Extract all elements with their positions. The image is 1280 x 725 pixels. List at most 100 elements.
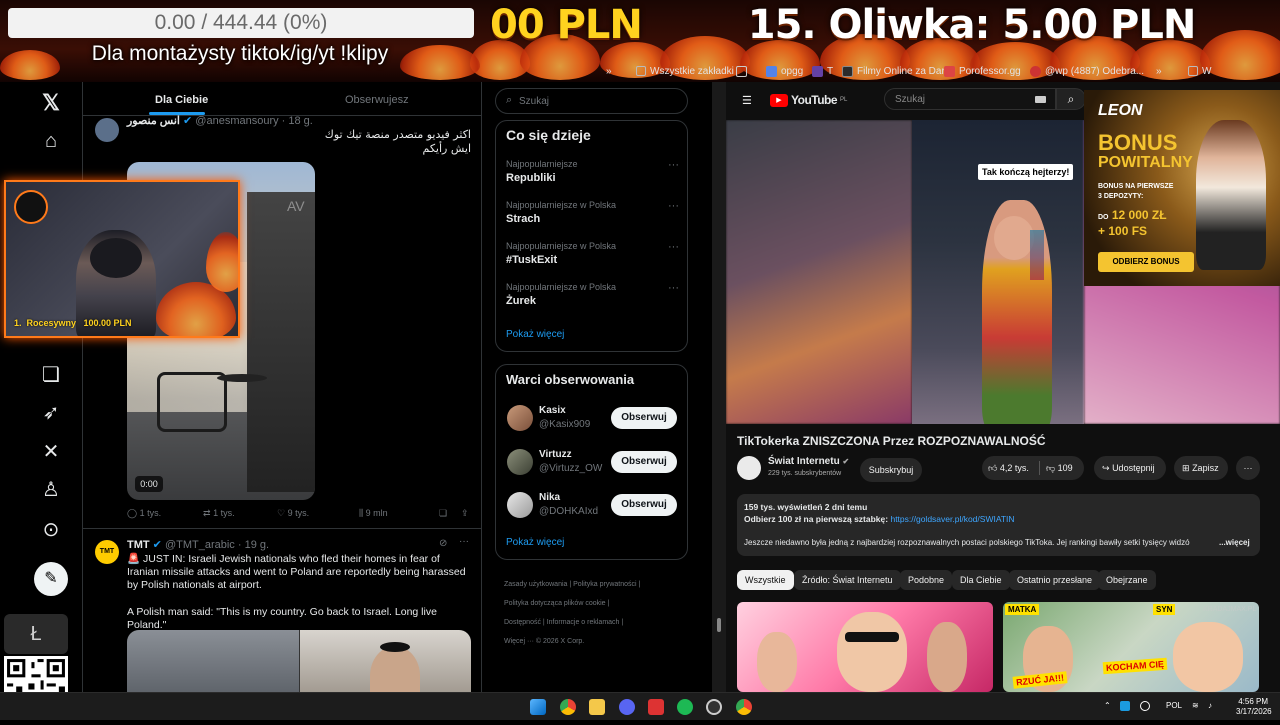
description-box[interactable]: 159 tys. wyświetleń 2 dni temu Odbierz 1… xyxy=(737,494,1260,556)
tray-app-icon[interactable] xyxy=(1140,701,1150,711)
share-button[interactable]: ↪ Udostępnij xyxy=(1094,456,1166,480)
show-more-link[interactable]: ...więcej xyxy=(1215,538,1250,547)
more-options-icon[interactable]: ··· xyxy=(668,241,679,253)
avatar[interactable]: TMT xyxy=(95,540,119,564)
share-icon[interactable]: ⇪ xyxy=(461,508,469,519)
follow-button[interactable]: Obserwuj xyxy=(611,407,677,429)
bookmark-t[interactable]: T xyxy=(812,62,833,80)
tweet-media[interactable] xyxy=(127,630,471,692)
author-name[interactable]: انس منصور xyxy=(127,115,180,127)
chrome-icon[interactable] xyxy=(560,699,576,715)
chip-recent[interactable]: Ostatnio przesłane xyxy=(1009,570,1101,590)
avatar[interactable] xyxy=(507,449,533,475)
dislike-button[interactable]: 👎︎ 109 xyxy=(1046,456,1073,480)
tab-following[interactable]: Obserwujesz xyxy=(345,94,409,106)
chip-for-you[interactable]: Dla Ciebie xyxy=(952,570,1010,590)
bookmark-more-left[interactable]: » xyxy=(606,62,612,80)
post-button[interactable]: ✎ xyxy=(34,562,68,596)
author-name[interactable]: TMT xyxy=(127,539,150,551)
channel-avatar[interactable] xyxy=(737,456,761,480)
recommended-thumbnail[interactable] xyxy=(737,602,993,692)
youtube-logo[interactable]: ▶ YouTube PL xyxy=(770,93,847,107)
like-button[interactable]: 👍︎ 4,2 tys. xyxy=(988,456,1029,480)
account-name[interactable]: Nika xyxy=(539,492,560,503)
start-icon[interactable] xyxy=(530,699,546,715)
footer-link[interactable]: Więcej ··· xyxy=(504,638,534,645)
trend-item[interactable]: Najpopularniejsze w Polska Strach ··· xyxy=(496,200,689,240)
more-options-icon[interactable]: ··· xyxy=(459,536,469,547)
file-explorer-icon[interactable] xyxy=(589,699,605,715)
tray-chevron-icon[interactable]: ⌃ xyxy=(1104,701,1111,710)
subscribe-button[interactable]: Subskrybuj xyxy=(860,458,922,482)
recommended-thumbnail[interactable]: MATKA SYN KRADAJMAX.PL RZUĆ JA!!! KOCHAM… xyxy=(1003,602,1259,692)
chip-watched[interactable]: Obejrzane xyxy=(1098,570,1156,590)
bookmark-wp[interactable]: @wp (4887) Odebra... xyxy=(1030,62,1144,80)
grok-icon[interactable]: ⊘ xyxy=(439,538,447,549)
clock[interactable]: 4:56 PM 3/17/2026 xyxy=(1236,697,1272,717)
save-button[interactable]: ⊞ Zapisz xyxy=(1174,456,1228,480)
bookmark-icon[interactable]: ❏ xyxy=(439,508,447,519)
account-name[interactable]: Virtuzz xyxy=(539,449,572,460)
follow-button[interactable]: Obserwuj xyxy=(611,494,677,516)
search-input[interactable]: ⌕ Szukaj xyxy=(495,88,688,114)
footer-link[interactable]: Dostępność xyxy=(504,619,541,626)
home-icon[interactable]: ⌂ xyxy=(36,126,66,156)
voice-icon[interactable] xyxy=(648,699,664,715)
footer-link[interactable]: Polityka dotycząca plików cookie xyxy=(504,600,606,607)
chip-similar[interactable]: Podobne xyxy=(900,570,953,590)
chip-all[interactable]: Wszystkie xyxy=(737,570,794,590)
bookmark-filmy[interactable]: Filmy Online za Dar... xyxy=(842,62,953,80)
yt-search-input[interactable]: Szukaj xyxy=(884,88,1056,110)
scrollbar-thumb[interactable] xyxy=(717,618,721,632)
views-button[interactable]: ⫼ 9 mln xyxy=(359,508,388,519)
bookmark-more-right[interactable]: » xyxy=(1156,62,1162,80)
author-handle[interactable]: @anesmansoury · 18 g. xyxy=(195,115,313,127)
show-more-link[interactable]: Pokaż więcej xyxy=(506,537,564,548)
follow-button[interactable]: Obserwuj xyxy=(611,451,677,473)
footer-link[interactable]: Informacje o reklamach xyxy=(547,619,620,626)
show-more-link[interactable]: Pokaż więcej xyxy=(506,329,564,340)
language-indicator[interactable]: POL xyxy=(1166,701,1182,710)
steam-icon[interactable] xyxy=(1120,701,1130,711)
tab-for-you[interactable]: Dla Ciebie xyxy=(155,94,208,106)
account-name[interactable]: Kasix xyxy=(539,405,566,416)
scrollbar[interactable] xyxy=(712,82,726,692)
obs-icon[interactable] xyxy=(706,699,722,715)
reply-button[interactable]: ◯ 1 tys. xyxy=(127,508,161,519)
more-icon[interactable]: ⊙ xyxy=(36,515,66,545)
footer-link[interactable]: Polityka prywatności xyxy=(573,581,636,588)
search-button[interactable]: ⌕ xyxy=(1056,88,1086,110)
author-handle[interactable]: @TMT_arabic · 19 g. xyxy=(165,539,269,551)
bookmark-icon[interactable]: ❏ xyxy=(36,360,66,390)
profile-icon[interactable]: ♙ xyxy=(36,475,66,505)
chip-source[interactable]: Źródło: Świat Internetu xyxy=(794,570,901,590)
premium-x-icon[interactable]: ✕ xyxy=(36,437,66,467)
trend-item[interactable]: Najpopularniejsze Republiki ··· xyxy=(496,159,689,199)
rocket-icon[interactable]: ➶ xyxy=(36,398,66,428)
bookmark-w[interactable]: W xyxy=(1188,62,1211,80)
avatar[interactable] xyxy=(507,405,533,431)
leon-ad[interactable]: LEON BONUS POWITALNY BONUS NA PIERWSZE 3… xyxy=(1084,90,1280,286)
keyboard-icon[interactable] xyxy=(1035,96,1046,103)
volume-icon[interactable]: ♪ xyxy=(1208,701,1212,710)
trend-item[interactable]: Najpopularniejsze w Polska #TuskExit ··· xyxy=(496,241,689,281)
bookmark-porofessor[interactable]: Porofessor.gg xyxy=(944,62,1021,80)
avatar[interactable] xyxy=(507,492,533,518)
wifi-icon[interactable]: ≋ xyxy=(1192,701,1199,710)
trend-item[interactable]: Najpopularniejsze w Polska Żurek ··· xyxy=(496,282,689,322)
bookmark-opgg[interactable]: opgg xyxy=(766,62,803,80)
more-actions-button[interactable]: ··· xyxy=(1236,456,1260,480)
bookmark-all[interactable]: Wszystkie zakładki xyxy=(636,62,734,80)
discord-icon[interactable] xyxy=(619,699,635,715)
channel-name[interactable]: Świat Internetu ✔ xyxy=(768,456,849,467)
more-options-icon[interactable]: ··· xyxy=(668,200,679,212)
more-options-icon[interactable]: ··· xyxy=(668,159,679,171)
avatar[interactable] xyxy=(95,118,119,142)
more-options-icon[interactable]: ··· xyxy=(668,282,679,294)
apps-grid[interactable] xyxy=(736,62,747,80)
x-logo-icon[interactable]: 𝕏 xyxy=(36,88,66,118)
footer-link[interactable]: Zasady użytkowania xyxy=(504,581,567,588)
repost-button[interactable]: ⇄ 1 tys. xyxy=(203,508,235,519)
spotify-icon[interactable] xyxy=(677,699,693,715)
ad-cta-button[interactable]: ODBIERZ BONUS xyxy=(1098,252,1194,272)
